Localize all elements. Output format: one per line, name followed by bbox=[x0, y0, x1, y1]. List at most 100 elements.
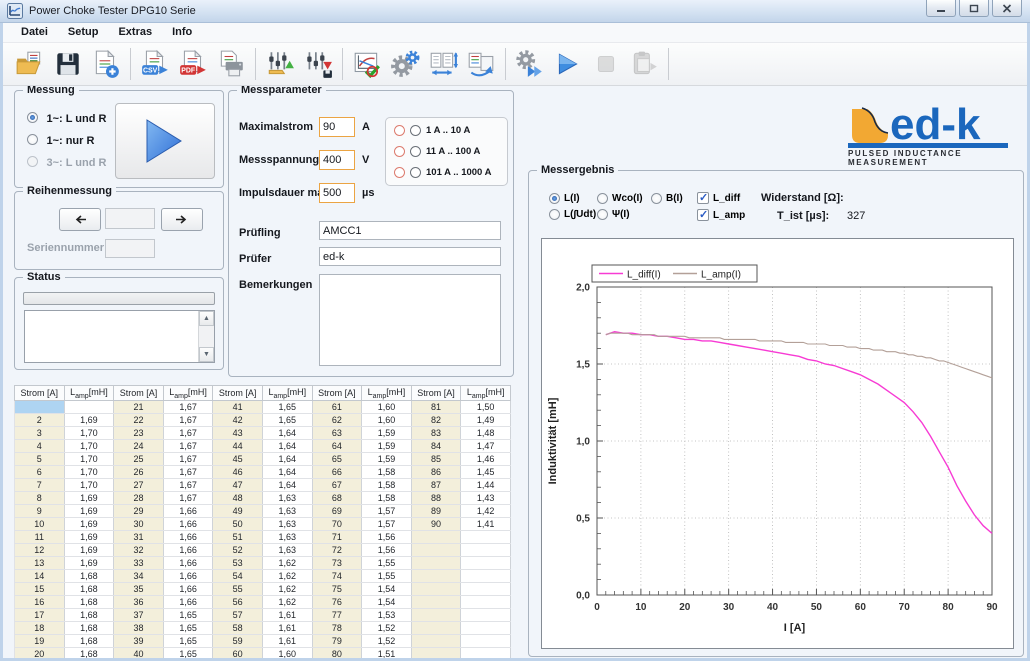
table-cell[interactable] bbox=[411, 622, 461, 635]
table-cell[interactable]: 45 bbox=[213, 453, 263, 466]
table-cell[interactable]: 1,67 bbox=[163, 453, 213, 466]
radio-3l-und-r[interactable] bbox=[27, 156, 38, 167]
table-cell[interactable]: 1,57 bbox=[362, 518, 412, 531]
start-measurement-button[interactable] bbox=[549, 45, 587, 83]
table-cell[interactable]: 79 bbox=[312, 635, 362, 648]
table-cell[interactable]: 1,65 bbox=[163, 635, 213, 648]
table-cell[interactable]: 5 bbox=[15, 453, 65, 466]
load-settings-button[interactable] bbox=[261, 45, 299, 83]
table-cell[interactable]: 23 bbox=[114, 427, 164, 440]
table-cell[interactable]: 1,68 bbox=[64, 635, 114, 648]
table-cell[interactable]: 59 bbox=[213, 635, 263, 648]
table-cell[interactable]: 31 bbox=[114, 531, 164, 544]
table-cell[interactable]: 54 bbox=[213, 570, 263, 583]
table-cell[interactable]: 6 bbox=[15, 466, 65, 479]
table-cell[interactable]: 28 bbox=[114, 492, 164, 505]
table-cell[interactable]: 34 bbox=[114, 570, 164, 583]
save-button[interactable] bbox=[49, 45, 87, 83]
table-cell[interactable]: 1,69 bbox=[64, 492, 114, 505]
table-cell[interactable]: 74 bbox=[312, 570, 362, 583]
radio-1l-und-r[interactable] bbox=[27, 112, 38, 123]
next-button[interactable] bbox=[161, 208, 203, 231]
chart-settings-button[interactable] bbox=[348, 45, 386, 83]
table-cell[interactable]: 1,69 bbox=[64, 531, 114, 544]
table-cell[interactable]: 14 bbox=[15, 570, 65, 583]
table-cell[interactable]: 55 bbox=[213, 583, 263, 596]
status-log[interactable]: ▲ ▼ bbox=[24, 310, 215, 363]
table-cell[interactable]: 1,43 bbox=[461, 492, 511, 505]
table-cell[interactable]: 1,65 bbox=[262, 414, 312, 427]
table-cell[interactable]: 25 bbox=[114, 453, 164, 466]
table-cell[interactable]: 4 bbox=[15, 440, 65, 453]
table-cell[interactable]: 9 bbox=[15, 505, 65, 518]
table-cell[interactable]: 77 bbox=[312, 609, 362, 622]
table-cell[interactable]: 1,63 bbox=[262, 492, 312, 505]
table-cell[interactable]: 1,70 bbox=[64, 427, 114, 440]
pruefer-field[interactable] bbox=[319, 247, 501, 266]
table-cell[interactable]: 49 bbox=[213, 505, 263, 518]
table-cell[interactable] bbox=[461, 596, 511, 609]
scroll-down-icon[interactable]: ▼ bbox=[199, 347, 214, 362]
table-cell[interactable]: 88 bbox=[411, 492, 461, 505]
table-cell[interactable]: 69 bbox=[312, 505, 362, 518]
table-cell[interactable]: 39 bbox=[114, 635, 164, 648]
table-cell[interactable]: 7 bbox=[15, 479, 65, 492]
bemerkungen-field[interactable] bbox=[319, 274, 501, 366]
radio-li[interactable]: L(I) bbox=[549, 193, 580, 204]
table-cell[interactable]: 71 bbox=[312, 531, 362, 544]
table-cell[interactable]: 1,68 bbox=[64, 570, 114, 583]
table-cell[interactable]: 52 bbox=[213, 544, 263, 557]
table-cell[interactable] bbox=[411, 557, 461, 570]
table-cell[interactable]: 11 bbox=[15, 531, 65, 544]
table-cell[interactable]: 1,65 bbox=[163, 609, 213, 622]
table-cell[interactable]: 85 bbox=[411, 453, 461, 466]
table-cell[interactable]: 29 bbox=[114, 505, 164, 518]
table-cell[interactable]: 64 bbox=[312, 440, 362, 453]
table-cell[interactable]: 61 bbox=[312, 401, 362, 414]
table-cell[interactable]: 42 bbox=[213, 414, 263, 427]
messung-option-1[interactable]: 1~: L und R bbox=[27, 109, 106, 127]
stop-measurement-button[interactable] bbox=[587, 45, 625, 83]
table-cell[interactable]: 17 bbox=[15, 609, 65, 622]
table-cell[interactable]: 1,45 bbox=[461, 466, 511, 479]
table-cell[interactable] bbox=[461, 557, 511, 570]
table-cell[interactable]: 47 bbox=[213, 479, 263, 492]
table-cell[interactable]: 1,62 bbox=[262, 557, 312, 570]
table-cell[interactable]: 1,68 bbox=[64, 596, 114, 609]
table-cell[interactable]: 1,61 bbox=[262, 609, 312, 622]
table-cell[interactable]: 87 bbox=[411, 479, 461, 492]
table-cell[interactable]: 24 bbox=[114, 440, 164, 453]
copy-results-button[interactable] bbox=[625, 45, 663, 83]
series-counter-field[interactable] bbox=[105, 208, 155, 229]
table-cell[interactable]: 1,54 bbox=[362, 596, 412, 609]
table-cell[interactable] bbox=[461, 622, 511, 635]
table-cell[interactable]: 84 bbox=[411, 440, 461, 453]
table-cell[interactable]: 65 bbox=[312, 453, 362, 466]
impulsdauer-field[interactable] bbox=[319, 183, 355, 203]
settings-button[interactable] bbox=[386, 45, 424, 83]
table-cell[interactable]: 1,52 bbox=[362, 622, 412, 635]
table-cell[interactable]: 1,44 bbox=[461, 479, 511, 492]
table-cell[interactable]: 1,63 bbox=[262, 531, 312, 544]
add-document-button[interactable] bbox=[87, 45, 125, 83]
table-cell[interactable]: 67 bbox=[312, 479, 362, 492]
radio-psi[interactable]: Ψ(I) bbox=[597, 209, 630, 220]
table-cell[interactable]: 1,60 bbox=[362, 401, 412, 414]
table-cell[interactable] bbox=[461, 583, 511, 596]
table-cell[interactable]: 1,58 bbox=[362, 492, 412, 505]
messung-option-2[interactable]: 1~: nur R bbox=[27, 131, 94, 149]
table-cell[interactable]: 1,70 bbox=[64, 466, 114, 479]
table-cell[interactable]: 1,48 bbox=[461, 427, 511, 440]
table-cell[interactable]: 1,56 bbox=[362, 531, 412, 544]
table-cell[interactable]: 58 bbox=[213, 622, 263, 635]
table-cell[interactable]: 32 bbox=[114, 544, 164, 557]
table-cell[interactable]: 57 bbox=[213, 609, 263, 622]
table-cell[interactable]: 81 bbox=[411, 401, 461, 414]
table-cell[interactable]: 1,67 bbox=[163, 492, 213, 505]
table-cell[interactable]: 3 bbox=[15, 427, 65, 440]
table-cell[interactable]: 1,69 bbox=[64, 544, 114, 557]
table-cell[interactable]: 1,69 bbox=[64, 505, 114, 518]
table-cell[interactable]: 30 bbox=[114, 518, 164, 531]
table-cell[interactable]: 1,67 bbox=[163, 466, 213, 479]
table-cell[interactable]: 26 bbox=[114, 466, 164, 479]
